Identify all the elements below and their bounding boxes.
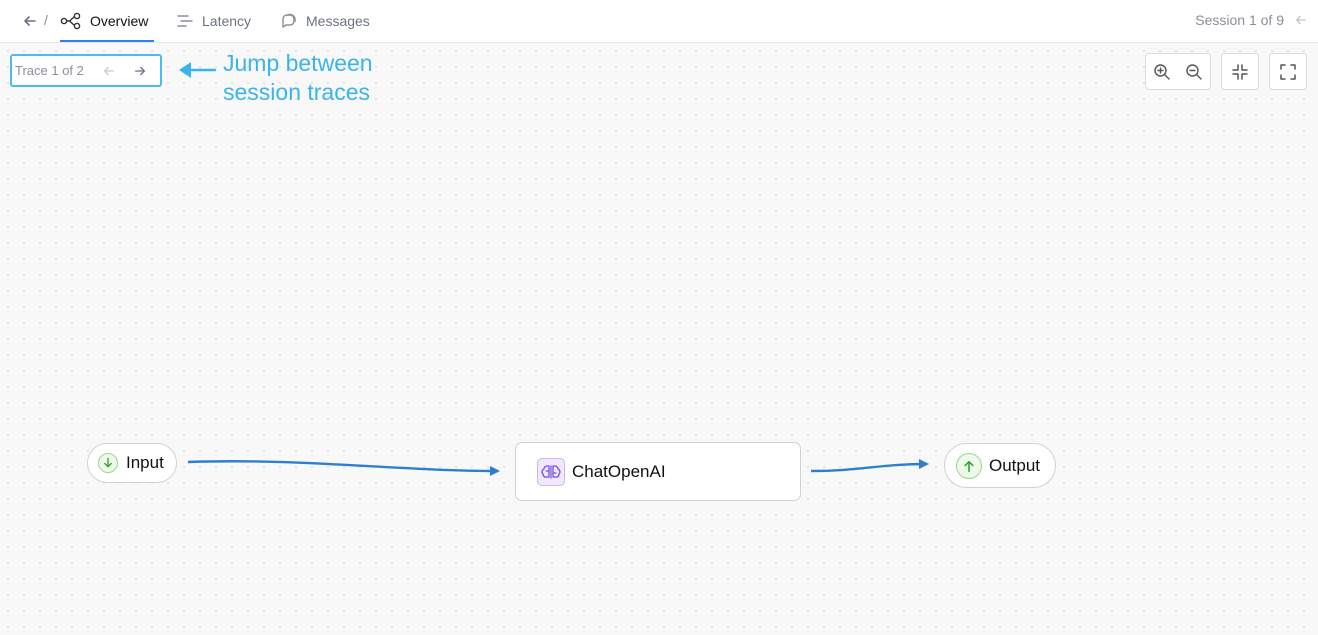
tab-messages[interactable]: Messages [280,0,370,42]
zoom-out-button[interactable] [1178,54,1210,89]
node-chatopenai[interactable]: ChatOpenAI [515,442,801,501]
arrow-down-icon [98,453,118,473]
node-input[interactable]: Input [87,443,177,483]
annotation-arrow-icon [179,62,217,78]
collapse-icon [1232,63,1248,80]
tab-overview[interactable]: Overview [60,0,155,42]
arrow-left-icon [1295,15,1307,25]
previous-trace-button[interactable] [101,63,117,79]
trace-navigator: Trace 1 of 2 [10,54,162,87]
back-button[interactable] [20,11,40,31]
edge-input-to-chat [187,460,500,476]
next-trace-button[interactable] [132,63,148,79]
zoom-controls [1145,53,1211,90]
graph-nodes-icon [60,12,81,30]
brain-icon [537,457,565,486]
top-bar: / Overview Latency Messages Session 1 of… [0,0,1318,43]
zoom-in-icon [1154,63,1170,80]
trace-label: Trace 1 of 2 [15,63,84,78]
zoom-out-icon [1186,63,1202,80]
edge-chat-to-output [810,459,929,473]
arrow-left-icon [103,66,115,76]
tab-latency[interactable]: Latency [176,0,251,42]
messages-icon [282,13,296,28]
zoom-in-button[interactable] [1146,54,1178,89]
fullscreen-icon [1280,63,1296,80]
graph-edges [187,459,929,476]
session-label: Session 1 of 9 [1195,12,1284,28]
breadcrumb-separator: / [44,12,48,28]
annotation-line-1: Jump between [223,50,373,76]
latency-bars-icon [177,15,193,27]
arrow-up-icon [956,452,982,479]
tab-messages-label: Messages [306,13,370,29]
fit-view-button[interactable] [1221,53,1259,90]
node-input-label: Input [126,453,164,472]
node-output-label: Output [989,455,1041,475]
fullscreen-button[interactable] [1269,53,1307,90]
arrow-right-icon [134,66,146,76]
arrow-left-icon [24,16,36,26]
annotation-line-2: session traces [223,79,371,105]
previous-session-button[interactable] [1294,13,1308,27]
tab-latency-label: Latency [202,13,252,29]
session-navigator: Session 1 of 9 [1195,12,1308,28]
node-output[interactable]: Output [944,443,1056,488]
node-chatopenai-label: ChatOpenAI [572,461,666,481]
annotation-text: Jump between session traces [223,49,423,107]
trace-graph-canvas[interactable]: Trace 1 of 2 Jump between session traces [0,43,1318,635]
tab-overview-label: Overview [90,13,149,29]
